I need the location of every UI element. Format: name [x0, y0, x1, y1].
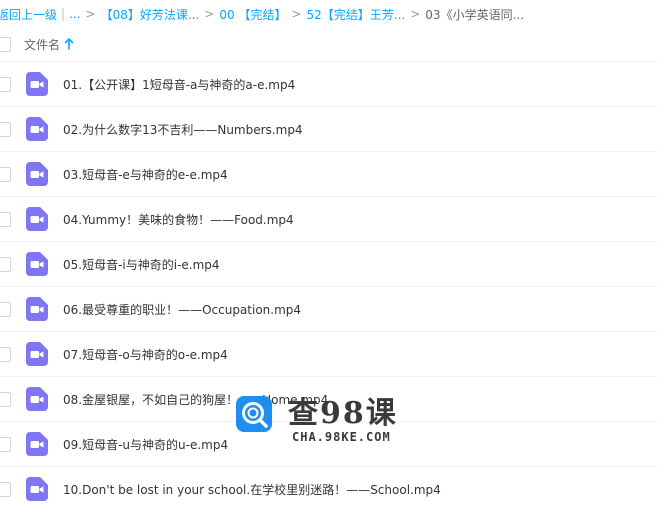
row-checkbox[interactable]: [0, 482, 11, 497]
watermark-title: 查98课: [288, 396, 398, 431]
file-name[interactable]: 01.【公开课】1短母音-a与神奇的a-e.mp4: [63, 76, 295, 93]
search-logo-icon: [236, 396, 272, 432]
file-row[interactable]: 07.短母音-o与神奇的o-e.mp4: [0, 332, 658, 377]
file-row[interactable]: 02.为什么数字13不吉利——Numbers.mp4: [0, 107, 658, 152]
watermark: 查98课 CHA.98KE.COM: [236, 392, 426, 450]
file-name[interactable]: 07.短母音-o与神奇的o-e.mp4: [63, 346, 228, 363]
row-checkbox[interactable]: [0, 347, 11, 362]
breadcrumb-separator: >: [204, 7, 215, 21]
breadcrumb-item-52[interactable]: 52【完结】王芳...: [307, 6, 406, 23]
breadcrumb-ellipsis[interactable]: ...: [69, 7, 80, 21]
breadcrumb-current: 03《小学英语同...: [425, 7, 525, 22]
row-checkbox[interactable]: [0, 392, 11, 407]
breadcrumb-divider: |: [61, 7, 66, 21]
back-link[interactable]: 返回上一级: [0, 6, 57, 23]
row-checkbox[interactable]: [0, 122, 11, 137]
arrow-up-icon[interactable]: [64, 37, 74, 51]
video-file-icon: [26, 72, 48, 96]
video-file-icon: [26, 117, 48, 141]
file-name[interactable]: 06.最受尊重的职业！——Occupation.mp4: [63, 301, 301, 318]
breadcrumb-item-00[interactable]: 00 【完结】: [219, 6, 286, 23]
file-row[interactable]: 03.短母音-e与神奇的e-e.mp4: [0, 152, 658, 197]
row-checkbox[interactable]: [0, 437, 11, 452]
file-name[interactable]: 02.为什么数字13不吉利——Numbers.mp4: [63, 121, 303, 138]
file-row[interactable]: 01.【公开课】1短母音-a与神奇的a-e.mp4: [0, 62, 658, 107]
file-name[interactable]: 04.Yummy！美味的食物！——Food.mp4: [63, 211, 294, 228]
file-name[interactable]: 03.短母音-e与神奇的e-e.mp4: [63, 166, 228, 183]
file-row[interactable]: 05.短母音-i与神奇的i-e.mp4: [0, 242, 658, 287]
video-file-icon: [26, 342, 48, 366]
file-name[interactable]: 05.短母音-i与神奇的i-e.mp4: [63, 256, 220, 273]
video-file-icon: [26, 252, 48, 276]
file-row[interactable]: 06.最受尊重的职业！——Occupation.mp4: [0, 287, 658, 332]
video-file-icon: [26, 207, 48, 231]
file-row[interactable]: 04.Yummy！美味的食物！——Food.mp4: [0, 197, 658, 242]
file-row[interactable]: 10.Don't be lost in your school.在学校里别迷路！…: [0, 467, 658, 505]
file-name[interactable]: 09.短母音-u与神奇的u-e.mp4: [63, 436, 228, 453]
video-file-icon: [26, 387, 48, 411]
video-file-icon: [26, 477, 48, 501]
breadcrumb: 返回上一级 | ... > 【08】好芳法课... > 00 【完结】 > 52…: [0, 0, 658, 28]
file-list-header: 文件名: [0, 28, 658, 62]
select-all-checkbox[interactable]: [0, 37, 11, 52]
row-checkbox[interactable]: [0, 167, 11, 182]
watermark-url: CHA.98KE.COM: [292, 430, 391, 444]
row-checkbox[interactable]: [0, 212, 11, 227]
video-file-icon: [26, 297, 48, 321]
row-checkbox[interactable]: [0, 77, 11, 92]
breadcrumb-separator: >: [291, 7, 302, 21]
video-file-icon: [26, 162, 48, 186]
filename-column-header[interactable]: 文件名: [24, 36, 60, 53]
row-checkbox[interactable]: [0, 257, 11, 272]
breadcrumb-item-08[interactable]: 【08】好芳法课...: [101, 6, 200, 23]
breadcrumb-separator: >: [85, 7, 96, 21]
row-checkbox[interactable]: [0, 302, 11, 317]
video-file-icon: [26, 432, 48, 456]
file-name[interactable]: 10.Don't be lost in your school.在学校里别迷路！…: [63, 481, 441, 498]
breadcrumb-separator: >: [410, 7, 421, 21]
